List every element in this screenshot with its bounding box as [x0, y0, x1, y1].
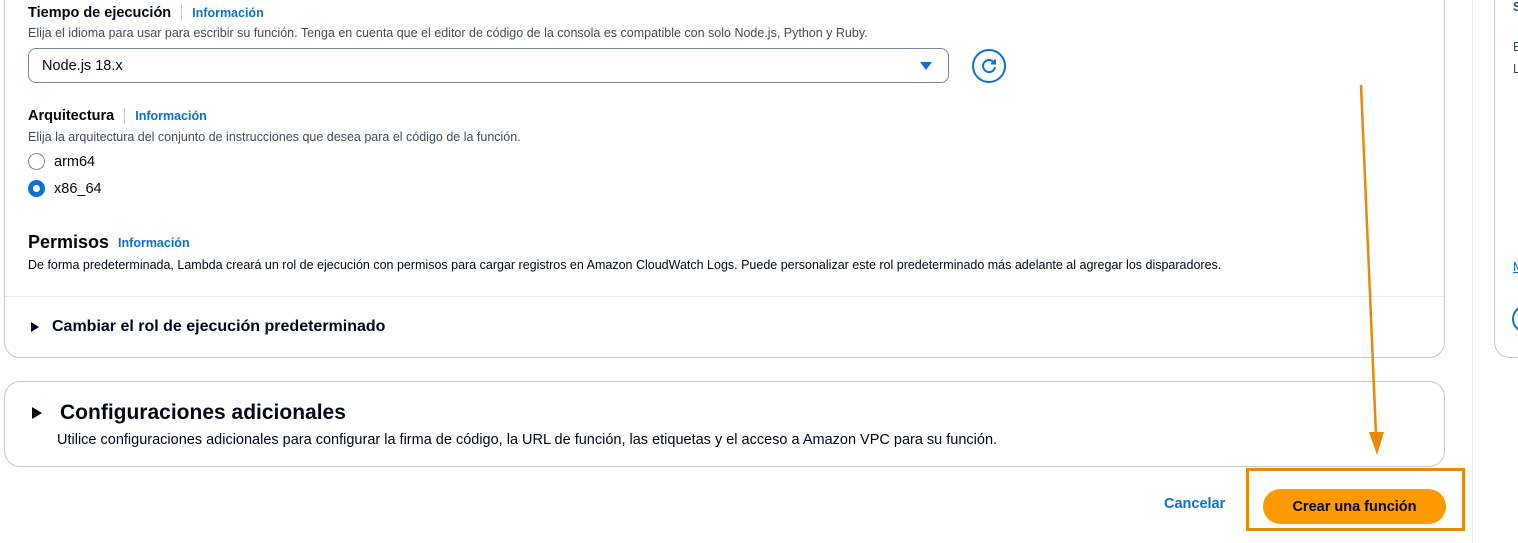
radio-button[interactable]	[28, 153, 45, 170]
cancel-button[interactable]: Cancelar	[1164, 496, 1225, 512]
side-panel-link[interactable]: M	[1513, 259, 1518, 274]
runtime-select[interactable]: Node.js 18.x	[28, 48, 949, 83]
architecture-description: Elija la arquitectura del conjunto de in…	[28, 130, 521, 144]
permissions-label-row: Permisos Información	[28, 232, 190, 253]
side-panel-divider	[1472, 0, 1473, 543]
side-panel-text: L	[1513, 62, 1518, 76]
caret-right-icon	[32, 407, 42, 419]
radio-label: x86_64	[54, 180, 102, 197]
caret-down-icon	[920, 62, 932, 70]
runtime-info-link[interactable]: Información	[192, 6, 264, 20]
runtime-label: Tiempo de ejecución	[28, 5, 172, 21]
divider	[5, 296, 1444, 297]
additional-config-description: Utilice configuraciones adicionales para…	[57, 432, 998, 448]
permissions-info-link[interactable]: Información	[118, 236, 190, 250]
info-separator	[124, 108, 126, 124]
caret-right-icon	[31, 322, 39, 332]
additional-config-expander[interactable]: Configuraciones adicionales	[32, 401, 346, 425]
additional-config-title: Configuraciones adicionales	[60, 401, 346, 424]
architecture-label: Arquitectura	[28, 108, 115, 124]
radio-label: arm64	[54, 153, 96, 170]
change-role-label: Cambiar el rol de ejecución predetermina…	[52, 318, 386, 335]
side-panel-text: E	[1513, 40, 1518, 54]
architecture-label-row: Arquitectura Información	[28, 108, 207, 124]
runtime-select-value: Node.js 18.x	[42, 57, 123, 74]
radio-option-x86_64[interactable]: x86_64	[28, 180, 102, 197]
side-panel-text: S	[1513, 0, 1518, 14]
refresh-button[interactable]	[972, 49, 1006, 83]
architecture-info-link[interactable]: Información	[135, 109, 207, 123]
runtime-label-row: Tiempo de ejecución Información	[28, 5, 264, 21]
permissions-description: De forma predeterminada, Lambda creará u…	[28, 258, 1222, 272]
change-role-expander[interactable]: Cambiar el rol de ejecución predetermina…	[31, 318, 385, 336]
info-separator	[181, 5, 183, 21]
radio-option-arm64[interactable]: arm64	[28, 153, 95, 170]
runtime-description: Elija el idioma para usar para escribir …	[28, 26, 868, 40]
radio-button-selected[interactable]	[28, 180, 45, 197]
permissions-title: Permisos	[28, 232, 110, 252]
annotation-highlight-box	[1246, 468, 1465, 531]
refresh-icon	[982, 59, 996, 74]
